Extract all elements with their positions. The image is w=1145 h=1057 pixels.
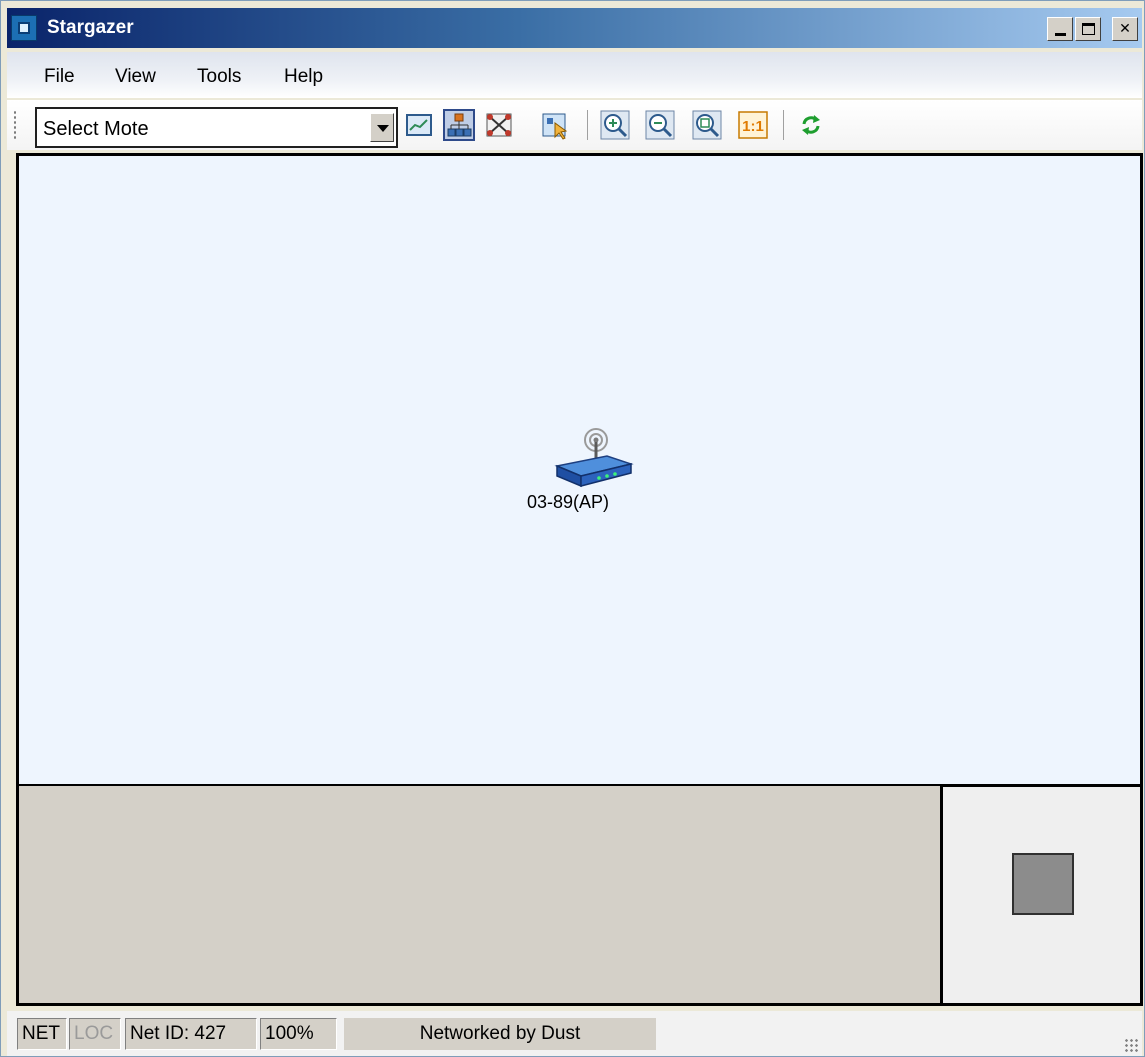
- zoom-fit-button[interactable]: [691, 109, 723, 141]
- mote-select-dropdown[interactable]: Select Mote: [35, 107, 398, 148]
- zoom-out-button[interactable]: [644, 109, 676, 141]
- toolbar-grip-handle[interactable]: [13, 110, 17, 140]
- overview-navigator[interactable]: [940, 784, 1143, 1006]
- viewport-indicator[interactable]: [1012, 853, 1074, 915]
- refresh-icon: [802, 115, 820, 135]
- mote-node-label: 03-89(AP): [527, 492, 610, 512]
- zoom-in-button[interactable]: [599, 109, 631, 141]
- close-icon: ✕: [1119, 21, 1131, 37]
- menu-view[interactable]: View: [115, 66, 156, 88]
- chevron-down-icon[interactable]: [370, 113, 394, 142]
- chart-view-icon: [406, 114, 432, 136]
- maximize-icon: [1082, 23, 1095, 35]
- window-title: Stargazer: [47, 17, 134, 38]
- zoom-in-icon: [600, 110, 630, 140]
- refresh-button[interactable]: [795, 109, 827, 141]
- toolbar-separator: [783, 110, 784, 140]
- zoom-out-icon: [645, 110, 675, 140]
- menu-help[interactable]: Help: [284, 66, 323, 88]
- minimize-icon: [1055, 33, 1066, 36]
- toolbar: Select Mote 1:1: [7, 100, 1142, 150]
- mesh-view-button[interactable]: [483, 109, 515, 141]
- network-canvas[interactable]: 03-89(AP): [16, 153, 1143, 785]
- status-message: Networked by Dust: [344, 1018, 656, 1050]
- minimize-button[interactable]: [1047, 17, 1073, 41]
- actual-size-button[interactable]: 1:1: [737, 109, 769, 141]
- title-bar[interactable]: Stargazer ✕: [7, 8, 1142, 48]
- access-point-router-icon: [554, 428, 634, 488]
- mote-select-value: Select Mote: [43, 118, 149, 140]
- status-net: NET: [17, 1018, 67, 1050]
- maximize-button[interactable]: [1075, 17, 1101, 41]
- chart-view-button[interactable]: [403, 109, 435, 141]
- select-tool-button[interactable]: [539, 109, 571, 141]
- hierarchy-view-icon: [447, 113, 472, 137]
- svg-text:1:1: 1:1: [742, 118, 764, 135]
- detail-panel: [16, 784, 943, 1006]
- menu-file[interactable]: File: [44, 66, 75, 88]
- app-window: Stargazer ✕ File View Tools Help Select …: [0, 0, 1145, 1057]
- status-zoom: 100%: [260, 1018, 337, 1050]
- hierarchy-view-button[interactable]: [443, 109, 475, 141]
- actual-size-icon: 1:1: [738, 111, 768, 139]
- mesh-view-icon: [486, 113, 512, 137]
- mote-node-ap[interactable]: 03-89(AP): [519, 426, 659, 516]
- menu-bar: File View Tools Help: [7, 52, 1142, 98]
- zoom-fit-icon: [692, 110, 722, 140]
- select-tool-icon: [542, 113, 568, 140]
- app-icon: [11, 15, 37, 41]
- status-loc: LOC: [69, 1018, 121, 1050]
- menu-tools[interactable]: Tools: [197, 66, 241, 88]
- resize-grip-icon[interactable]: [1124, 1038, 1138, 1052]
- toolbar-separator: [587, 110, 588, 140]
- status-net-id: Net ID: 427: [125, 1018, 257, 1050]
- close-button[interactable]: ✕: [1112, 17, 1138, 41]
- status-bar: NET LOC Net ID: 427 100% Networked by Du…: [7, 1011, 1142, 1056]
